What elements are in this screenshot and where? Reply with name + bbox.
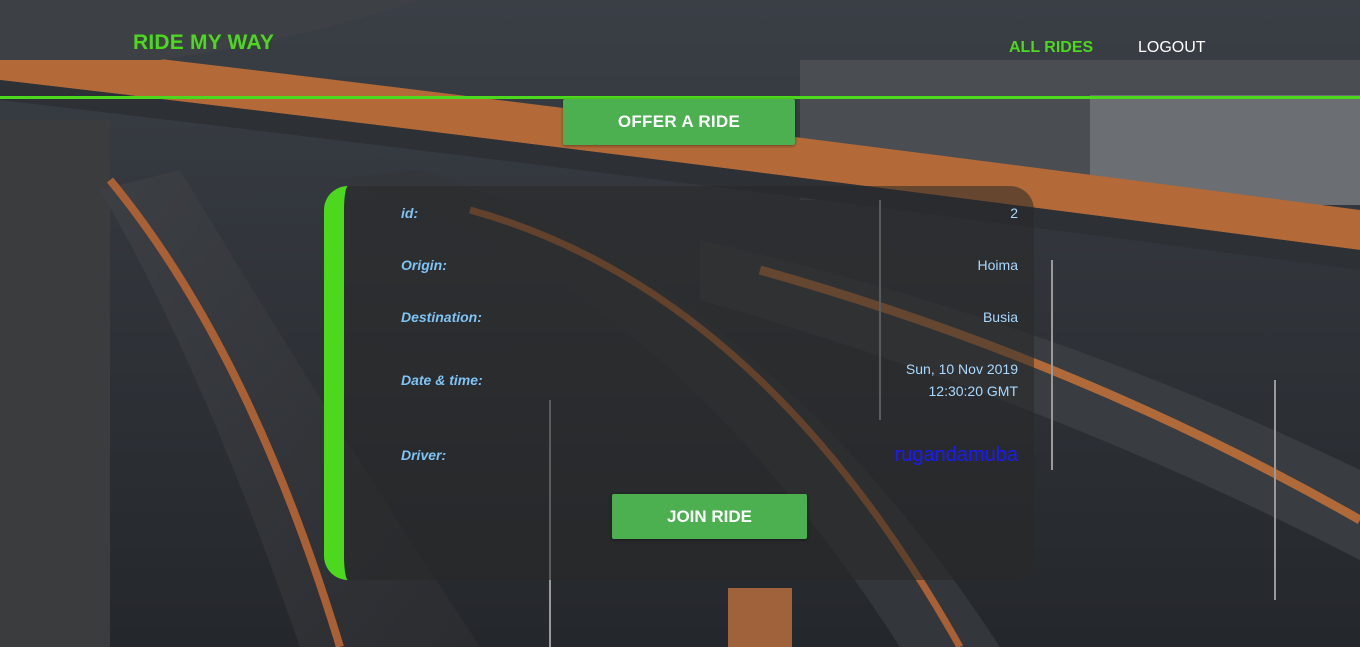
datetime-date: Sun, 10 Nov 2019 xyxy=(905,361,1018,377)
brand-logo[interactable]: RIDE MY WAY xyxy=(133,31,274,55)
destination-value: Busia xyxy=(982,309,1018,325)
navbar: RIDE MY WAY ALL RIDES LOGOUT xyxy=(0,0,1360,99)
nav-all-rides-link[interactable]: ALL RIDES xyxy=(1009,39,1093,57)
datetime-label: Date & time: xyxy=(401,372,483,388)
nav-logout-link[interactable]: LOGOUT xyxy=(1138,39,1206,57)
datetime-time: 12:30:20 GMT xyxy=(928,383,1019,399)
driver-label: Driver: xyxy=(401,447,447,463)
id-label: id: xyxy=(401,205,419,221)
id-value: 2 xyxy=(1010,205,1018,221)
destination-label: Destination: xyxy=(401,309,482,325)
driver-link[interactable]: rugandamuba xyxy=(895,444,1018,467)
offer-ride-button[interactable]: OFFER A RIDE xyxy=(563,99,795,145)
origin-value: Hoima xyxy=(977,257,1018,273)
ride-card: id: 2 Origin: Hoima Destination: Busia D… xyxy=(324,186,1034,580)
join-ride-button[interactable]: JOIN RIDE xyxy=(612,494,807,539)
origin-label: Origin: xyxy=(401,257,447,273)
